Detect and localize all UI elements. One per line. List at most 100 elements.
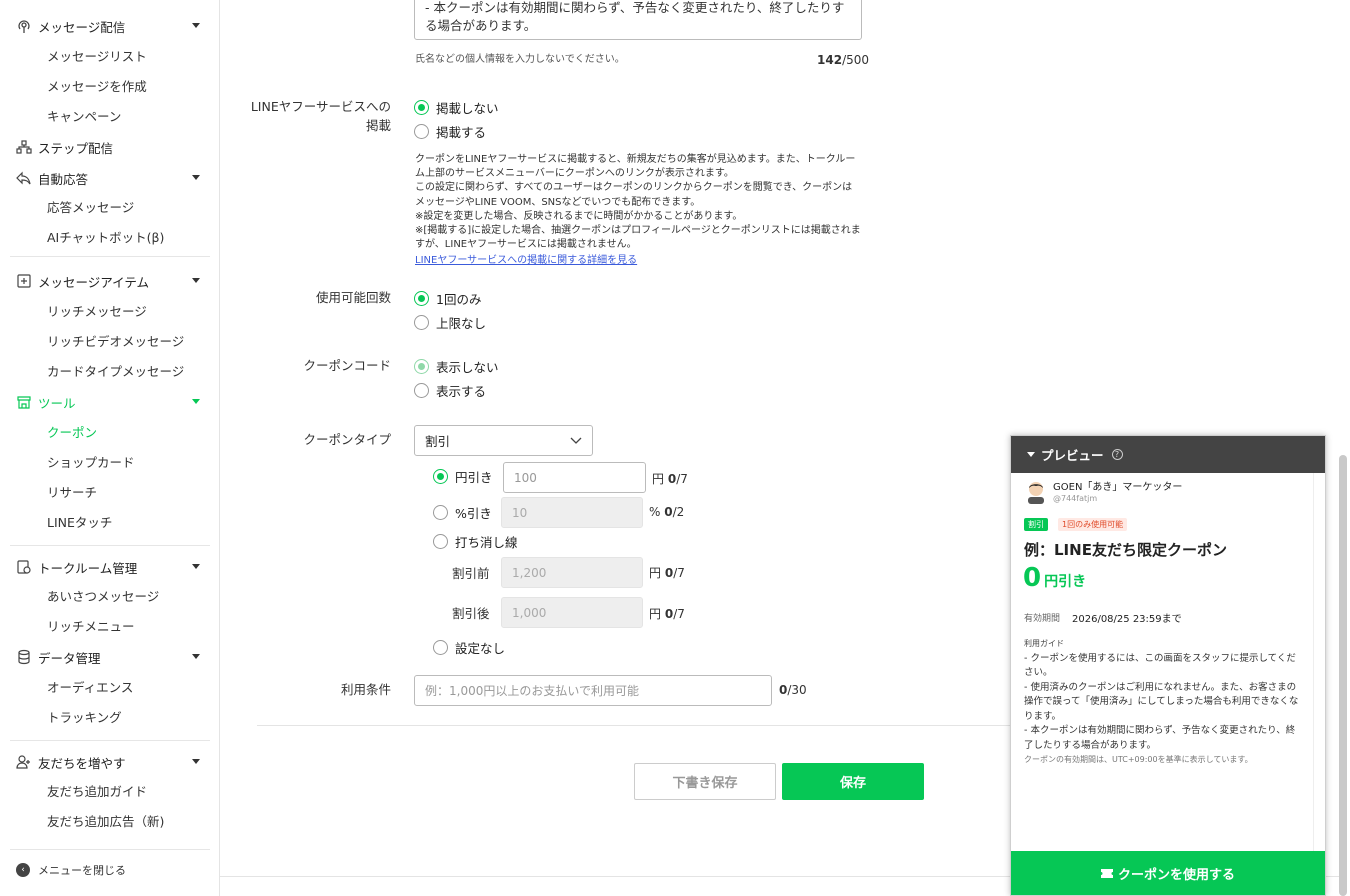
notes-max: /500 <box>842 53 870 67</box>
talkroom-icon <box>17 560 31 574</box>
guide-line: - 使用済みのクーポンはご利用になれません。また、お客さまの操作で誤って「使用済… <box>1024 681 1299 722</box>
pct-unit-label: % <box>649 505 661 519</box>
sidebar-group-tools[interactable]: ツール <box>16 390 204 414</box>
broadcast-icon <box>18 20 30 33</box>
sidebar-item-rich-menu[interactable]: リッチメニュー <box>47 615 135 639</box>
listing-option-yes[interactable]: 掲載する <box>414 122 486 140</box>
after-label: 割引後 <box>452 606 490 621</box>
divider <box>10 256 210 257</box>
type-none-label: 設定なし <box>455 640 506 656</box>
sidebar-group-friends[interactable]: 友だちを増やす <box>16 750 204 774</box>
pct-count: 0 <box>664 505 673 519</box>
sidebar-group-auto-reply[interactable]: 自動応答 <box>16 166 204 190</box>
sidebar-item-ai-chatbot[interactable]: AIチャットボット(β) <box>47 226 164 250</box>
sidebar-group-data[interactable]: データ管理 <box>16 645 204 669</box>
guide-line: - 本クーポンは有効期間に関わらず、予告なく変更されたり、終了したりする場合があ… <box>1024 725 1296 751</box>
after-input[interactable]: 1,000 <box>501 597 643 628</box>
ticket-icon <box>1100 868 1113 878</box>
type-yen-radio[interactable]: 円引き <box>433 467 493 485</box>
before-input[interactable]: 1,200 <box>501 557 643 588</box>
chevron-down-icon <box>570 437 582 444</box>
usage-option-once[interactable]: 1回のみ <box>414 289 481 307</box>
usage-option-unlimited[interactable]: 上限なし <box>414 313 486 331</box>
preview-scrollbar[interactable] <box>1313 473 1325 851</box>
code-option-label: 表示する <box>436 383 487 399</box>
use-coupon-button[interactable]: クーポンを使用する <box>1011 851 1325 895</box>
notes-count: 142 <box>817 53 843 67</box>
type-yen-label: 円引き <box>455 469 493 485</box>
listing-desc-line: この設定に関わらず、すべてのユーザーはクーポンのリンクからクーポンを閲覧でき、ク… <box>415 182 853 208</box>
divider <box>10 545 210 546</box>
code-option-label: 表示しない <box>436 359 499 375</box>
sidebar-item-greeting-message[interactable]: あいさつメッセージ <box>47 585 159 609</box>
radio-circle <box>414 358 429 374</box>
code-option-show[interactable]: 表示する <box>414 381 486 399</box>
notes-textarea[interactable]: - 本クーポンは有効期間に関わらず、予告なく変更されたり、終了したりする場合があ… <box>414 0 862 40</box>
sidebar-item-coupon[interactable]: クーポン <box>47 421 97 445</box>
timezone-note: クーポンの有効期間は、UTC+09:00を基準に表示しています。 <box>1024 755 1253 764</box>
chevron-down-icon <box>192 654 200 659</box>
sidebar-group-label: 自動応答 <box>38 171 89 187</box>
before-unit-label: 円 <box>649 566 662 580</box>
sidebar-group-message-delivery[interactable]: メッセージ配信 <box>16 14 204 38</box>
code-option-hide[interactable]: 表示しない <box>414 357 499 375</box>
sidebar-item-shop-card[interactable]: ショップカード <box>47 451 135 475</box>
listing-detail-link[interactable]: LINEヤフーサービスへの掲載に関する詳細を見る <box>415 254 861 268</box>
preview-header[interactable]: プレビュー ? <box>1011 436 1325 473</box>
sidebar-group-label: メッセージアイテム <box>38 274 150 290</box>
listing-option-label: 掲載しない <box>436 100 499 116</box>
type-label: クーポンタイプ <box>303 432 391 447</box>
sidebar-item-campaign[interactable]: キャンペーン <box>47 105 121 129</box>
sidebar-group-message-items[interactable]: メッセージアイテム <box>16 269 204 293</box>
sidebar-group-label: データ管理 <box>38 650 101 666</box>
type-none-radio[interactable]: 設定なし <box>433 638 505 656</box>
after-unit: 円 0/7 <box>649 605 685 622</box>
sidebar-item-create-message[interactable]: メッセージを作成 <box>47 75 147 99</box>
help-icon[interactable]: ? <box>1111 449 1123 460</box>
badge-usage: 1回のみ使用可能 <box>1058 518 1128 531</box>
sidebar-item-rich-message[interactable]: リッチメッセージ <box>47 300 147 324</box>
before-unit: 円 0/7 <box>649 564 685 581</box>
after-max: /7 <box>673 607 685 621</box>
preview-title: プレビュー <box>1041 448 1104 463</box>
save-button[interactable]: 保存 <box>782 763 924 800</box>
type-select[interactable]: 割引 <box>414 425 593 456</box>
page-scrollbar[interactable] <box>1339 455 1347 896</box>
yen-input[interactable]: 100 <box>503 462 646 493</box>
sidebar-item-message-list[interactable]: メッセージリスト <box>47 45 147 69</box>
sidebar-group-label: トークルーム管理 <box>38 560 138 576</box>
sidebar-item-audience[interactable]: オーディエンス <box>47 676 133 700</box>
sidebar-item-card-type-message[interactable]: カードタイプメッセージ <box>47 360 184 384</box>
sidebar-item-friend-ads[interactable]: 友だち追加広告（新) <box>47 810 164 834</box>
listing-option-no[interactable]: 掲載しない <box>414 98 499 116</box>
sidebar-item-friend-guide[interactable]: 友だち追加ガイド <box>47 780 147 804</box>
period-label: 有効期間 <box>1024 614 1061 624</box>
sidebar-item-line-touch[interactable]: LINEタッチ <box>47 511 112 535</box>
type-strike-radio[interactable]: 打ち消し線 <box>433 532 518 550</box>
pct-input[interactable]: 10 <box>501 497 643 528</box>
sidebar-item-research[interactable]: リサーチ <box>47 481 97 505</box>
radio-circle <box>414 123 429 139</box>
sidebar-item-tracking[interactable]: トラッキング <box>47 706 122 730</box>
type-select-value: 割引 <box>425 434 451 449</box>
yen-unit-label: 円 <box>652 472 665 486</box>
close-menu-button[interactable]: ‹ メニューを閉じる <box>16 862 126 878</box>
sidebar-group-talkroom[interactable]: トークルーム管理 <box>16 555 204 579</box>
draft-save-button[interactable]: 下書き保存 <box>634 763 776 800</box>
add-user-icon <box>16 755 30 769</box>
chevron-down-icon <box>192 564 200 569</box>
sidebar-item-rich-video-message[interactable]: リッチビデオメッセージ <box>47 330 184 354</box>
pct-unit: % 0/2 <box>649 505 684 519</box>
yen-count: 0 <box>667 472 677 486</box>
radio-circle <box>433 533 448 549</box>
form-divider <box>257 725 1027 726</box>
badge-type: 割引 <box>1024 518 1048 531</box>
listing-description: クーポンをLINEヤフーサービスに掲載すると、新規友だちの集客が見込めます。また… <box>415 153 861 269</box>
use-coupon-label: クーポンを使用する <box>1117 867 1235 883</box>
sidebar-item-reply-message[interactable]: 応答メッセージ <box>47 196 134 220</box>
sidebar-group-step-delivery[interactable]: ステップ配信 <box>16 135 204 159</box>
radio-circle <box>433 504 448 520</box>
conditions-input[interactable]: 例：1,000円以上のお支払いで利用可能 <box>414 675 772 706</box>
type-pct-radio[interactable]: %引き <box>433 503 492 521</box>
account-name: GOEN「あき」マーケッター <box>1053 482 1183 493</box>
